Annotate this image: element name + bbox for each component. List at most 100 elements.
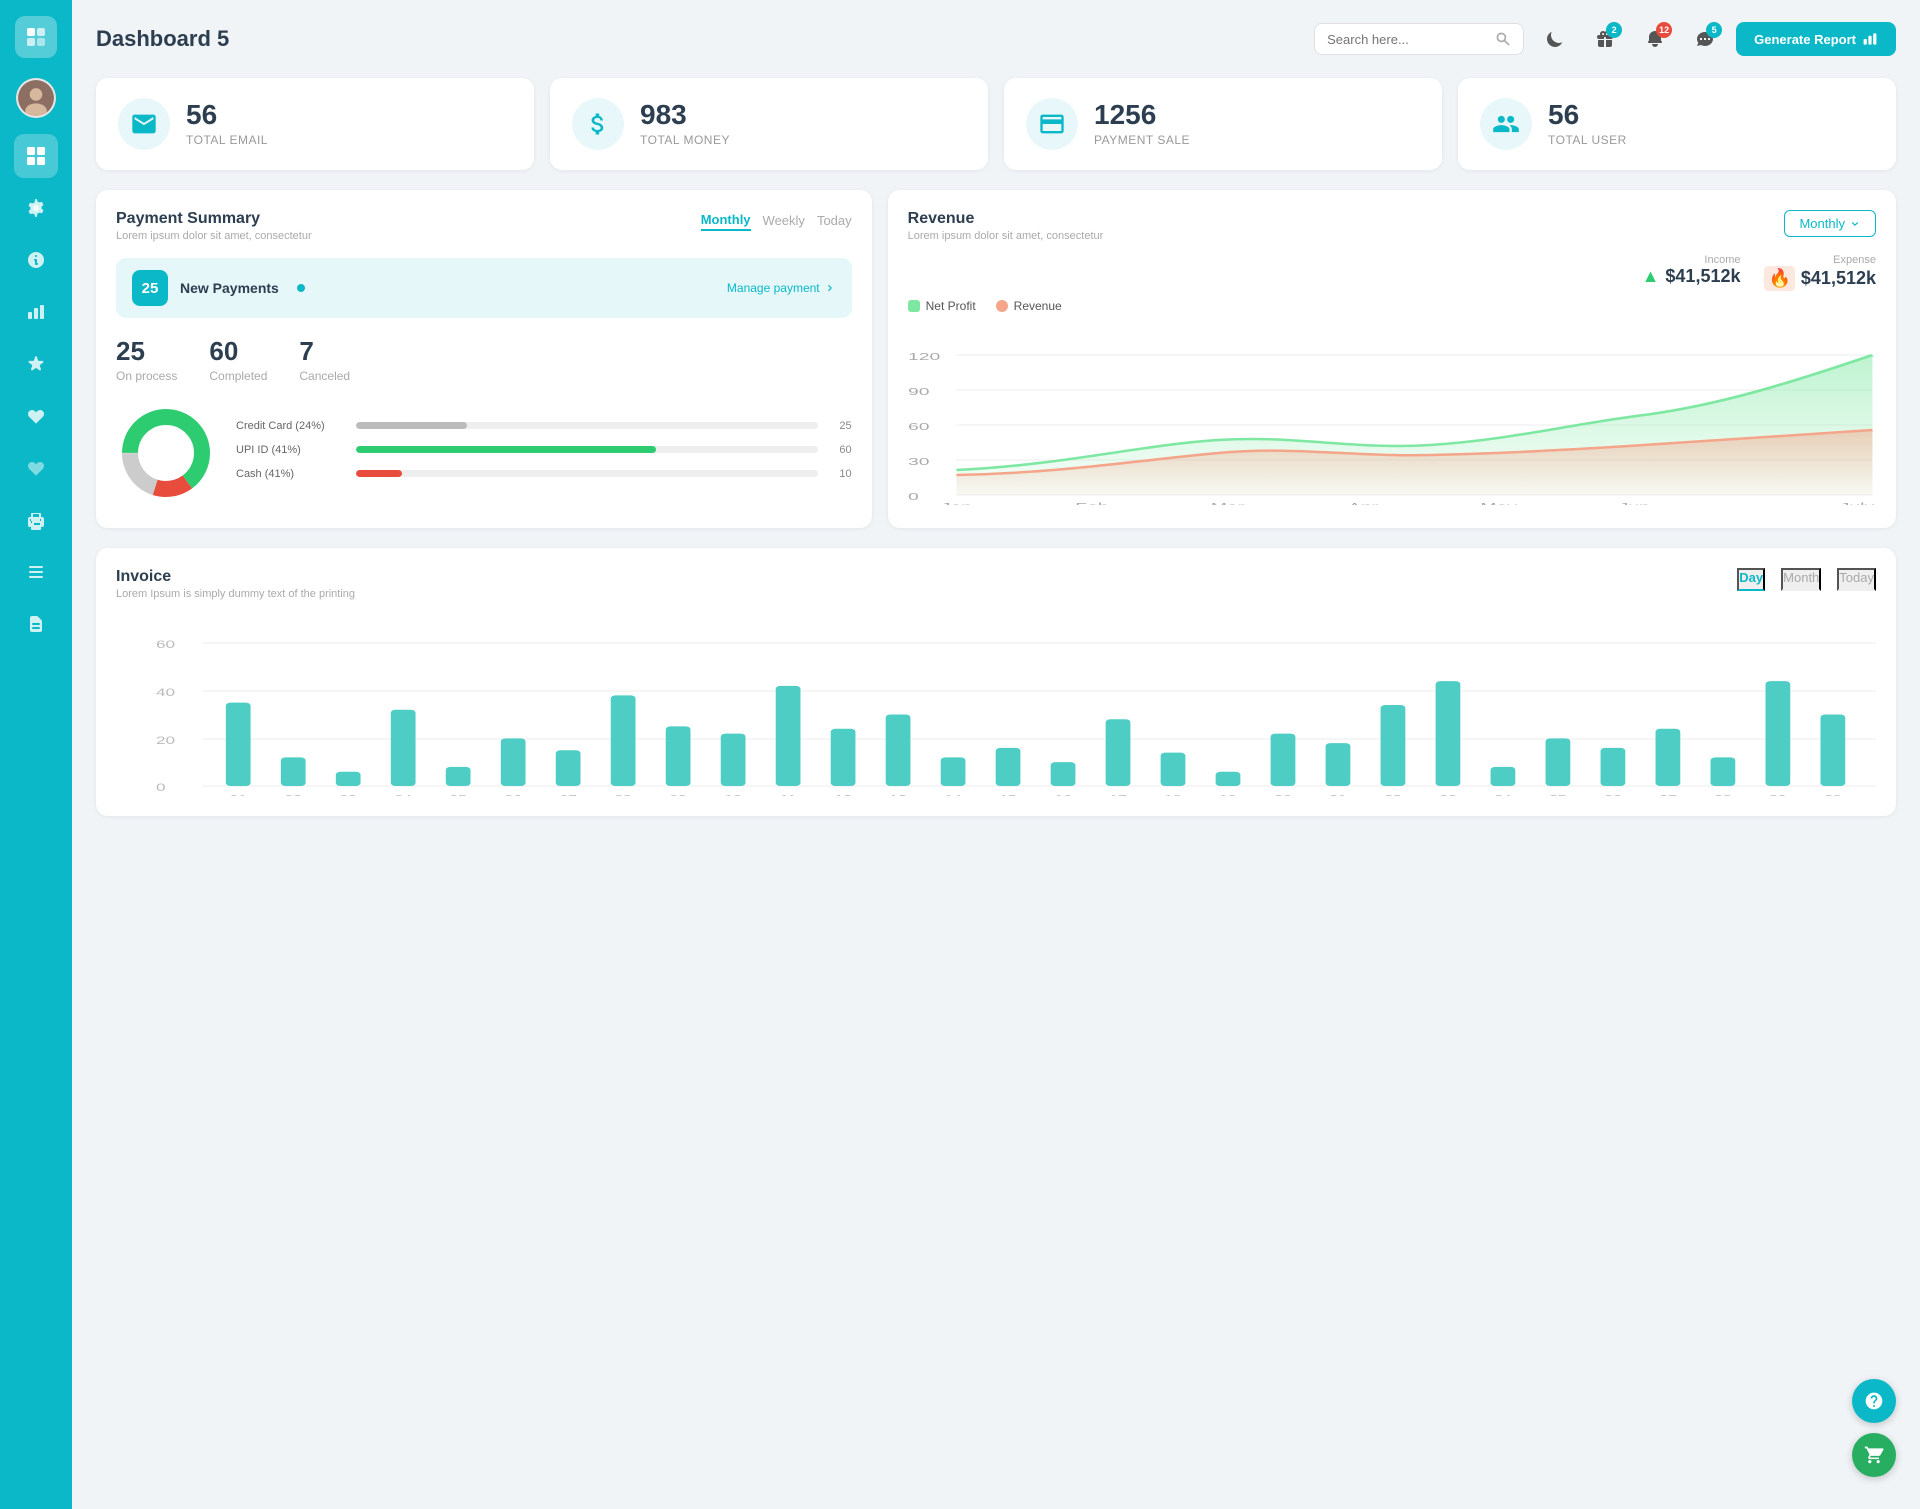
header: Dashboard 5 2 [96, 20, 1896, 58]
sidebar-item-favorites[interactable] [14, 342, 58, 386]
svg-text:26: 26 [1604, 793, 1621, 796]
invoice-bar [1326, 743, 1351, 786]
sidebar-item-heart2[interactable] [14, 446, 58, 490]
invoice-bar [1546, 738, 1571, 786]
inv-tab-month[interactable]: Month [1781, 568, 1821, 591]
legend-dot-profit [908, 300, 920, 312]
svg-text:Jun: Jun [1618, 502, 1649, 505]
chat-badge: 5 [1706, 22, 1722, 38]
canceled-label: Canceled [299, 369, 350, 383]
invoice-bar [666, 726, 691, 786]
legend-label-revenue: Revenue [1014, 299, 1062, 313]
revenue-title: Revenue [908, 210, 1104, 228]
revenue-header: Revenue Lorem ipsum dolor sit amet, cons… [908, 210, 1876, 242]
invoice-bar [556, 750, 581, 786]
legend-net-profit: Net Profit [908, 299, 976, 313]
sidebar-item-likes[interactable] [14, 394, 58, 438]
invoice-bar [1436, 681, 1461, 786]
inv-tab-today[interactable]: Today [1837, 568, 1876, 591]
svg-text:20: 20 [1274, 793, 1291, 796]
on-process-label: On process [116, 369, 177, 383]
svg-text:Mar: Mar [1211, 502, 1244, 505]
total-user-value: 56 [1548, 101, 1627, 129]
search-input[interactable] [1327, 32, 1487, 47]
svg-text:24: 24 [1494, 793, 1511, 796]
stat-card-user: 56 TOTAL USER [1458, 78, 1896, 170]
invoice-bar [226, 703, 251, 786]
invoice-bar [886, 715, 911, 787]
sidebar-item-info[interactable] [14, 238, 58, 282]
sidebar-item-settings[interactable] [14, 186, 58, 230]
bell-icon-btn[interactable]: 12 [1636, 20, 1674, 58]
stats-row: 56 TOTAL EMAIL 983 TOTAL MONEY 125 [96, 78, 1896, 170]
float-support-button[interactable] [1852, 1379, 1896, 1423]
bar-label-upi: UPI ID (41%) [236, 444, 346, 456]
money-icon [572, 98, 624, 150]
stat-card-money: 983 TOTAL MONEY [550, 78, 988, 170]
inv-tab-day[interactable]: Day [1737, 568, 1765, 591]
payment-summary-subtitle: Lorem ipsum dolor sit amet, consectetur [116, 230, 312, 242]
revenue-subtitle: Lorem ipsum dolor sit amet, consectetur [908, 230, 1104, 242]
bar-row-upi: UPI ID (41%) 60 [236, 444, 852, 456]
avatar[interactable] [16, 78, 56, 118]
sidebar-item-print[interactable] [14, 498, 58, 542]
gift-icon-btn[interactable]: 2 [1586, 20, 1624, 58]
invoice-bar [1656, 729, 1681, 786]
sidebar-item-menu[interactable] [14, 550, 58, 594]
svg-text:22: 22 [1384, 793, 1401, 796]
sidebar [0, 0, 72, 1509]
dark-mode-toggle[interactable] [1536, 20, 1574, 58]
tab-monthly-payment[interactable]: Monthly [701, 210, 751, 231]
invoice-bar [611, 695, 636, 786]
svg-text:08: 08 [614, 793, 631, 796]
svg-text:28: 28 [1714, 793, 1731, 796]
revenue-monthly-btn[interactable]: Monthly [1784, 210, 1876, 237]
manage-payment-link[interactable]: Manage payment [727, 281, 836, 295]
sidebar-item-analytics[interactable] [14, 290, 58, 334]
generate-report-button[interactable]: Generate Report [1736, 22, 1896, 56]
payment-summary-title: Payment Summary [116, 210, 312, 228]
income-item: Income ▲ $41,512k [1642, 254, 1741, 291]
search-icon [1495, 31, 1511, 47]
new-payments-label: New Payments [180, 280, 279, 296]
invoice-header: Invoice Lorem Ipsum is simply dummy text… [116, 568, 1876, 600]
expense-value: $41,512k [1801, 268, 1876, 289]
invoice-bar [1051, 762, 1076, 786]
svg-text:0: 0 [156, 782, 166, 794]
payment-icon [1026, 98, 1078, 150]
invoice-bar [721, 734, 746, 786]
svg-text:Apr: Apr [1348, 502, 1378, 505]
svg-text:07: 07 [559, 793, 576, 796]
svg-text:120: 120 [908, 352, 940, 363]
sidebar-item-documents[interactable] [14, 602, 58, 646]
svg-text:27: 27 [1659, 793, 1676, 796]
svg-text:06: 06 [504, 793, 521, 796]
header-right: 2 12 5 Generate Report [1314, 20, 1896, 58]
bar-label-cash: Cash (41%) [236, 468, 346, 480]
bar-fill-upi [356, 446, 656, 453]
tab-weekly-payment[interactable]: Weekly [763, 210, 805, 231]
expense-item: Expense 🔥 $41,512k [1764, 254, 1876, 291]
invoice-bar [1711, 757, 1736, 786]
svg-text:02: 02 [285, 793, 302, 796]
svg-text:0: 0 [908, 492, 919, 503]
legend-revenue: Revenue [996, 299, 1062, 313]
search-box[interactable] [1314, 23, 1524, 55]
bell-badge: 12 [1656, 22, 1672, 38]
payment-sale-label: PAYMENT SALE [1094, 133, 1190, 147]
chat-icon-btn[interactable]: 5 [1686, 20, 1724, 58]
svg-text:10: 10 [724, 793, 741, 796]
donut-chart [116, 403, 216, 508]
svg-text:03: 03 [340, 793, 357, 796]
bar-val-cash: 10 [828, 468, 852, 480]
bar-fill-cash [356, 470, 402, 477]
invoice-bar [281, 757, 306, 786]
payment-sale-value: 1256 [1094, 101, 1190, 129]
float-cart-button[interactable] [1852, 1433, 1896, 1477]
svg-text:15: 15 [999, 793, 1016, 796]
tab-today-payment[interactable]: Today [817, 210, 852, 231]
sidebar-item-dashboard[interactable] [14, 134, 58, 178]
main-content: Dashboard 5 2 [72, 0, 1920, 1509]
invoice-bar [1491, 767, 1516, 786]
svg-text:11: 11 [780, 793, 796, 796]
